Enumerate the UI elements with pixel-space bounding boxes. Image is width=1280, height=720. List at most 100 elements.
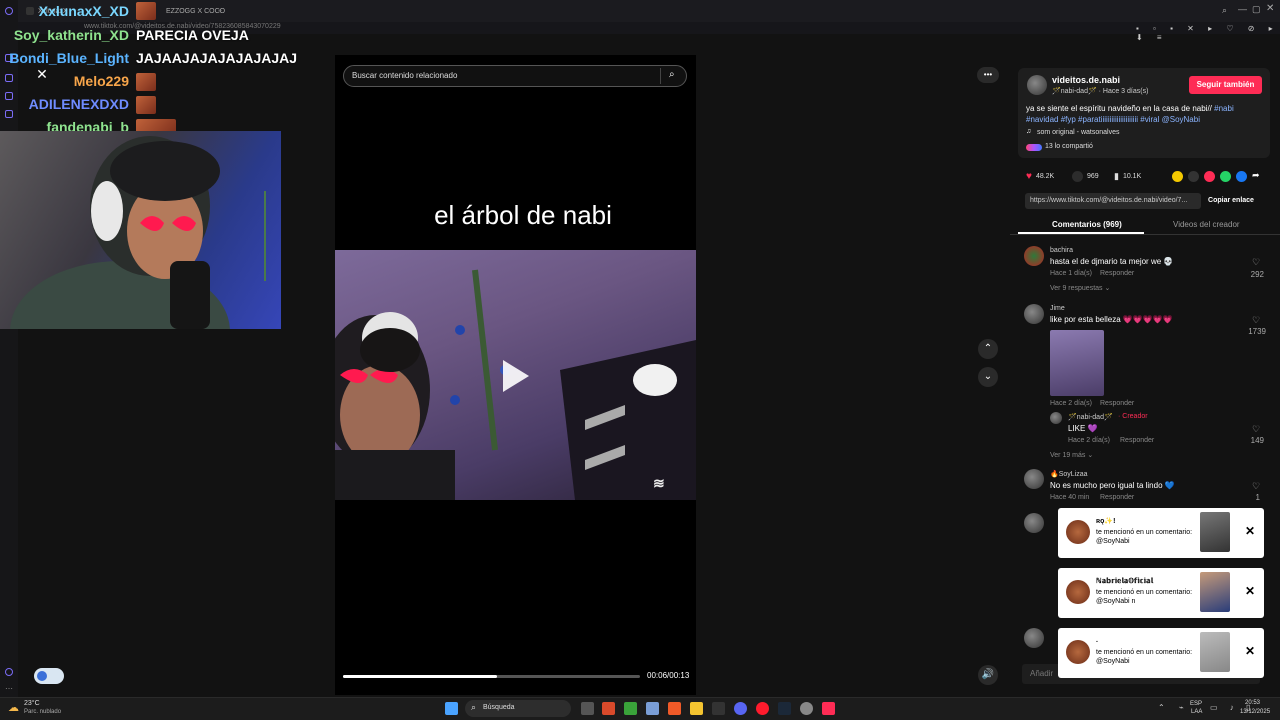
maximize-icon[interactable]: ▢ <box>1252 4 1261 15</box>
extensions-toolbar[interactable]: ▪ ▫ ▪ ✕ ▸ ♡ ⊘ ▸ ⬇ ≡ <box>1136 24 1280 42</box>
close-icon[interactable]: ✕ <box>32 66 52 84</box>
overlay-widget[interactable] <box>34 668 64 684</box>
commenter-avatar[interactable] <box>1024 628 1044 648</box>
view-replies[interactable]: Ver 9 respuestas ⌄ <box>1050 284 1110 292</box>
comment-image[interactable] <box>1050 330 1104 396</box>
heart-outline-icon[interactable]: ♡ <box>1252 424 1260 435</box>
steam-icon[interactable] <box>778 702 791 715</box>
creator-avatar[interactable] <box>1050 412 1062 424</box>
save-count: 10.1K <box>1122 173 1142 180</box>
more-options-button[interactable]: ••• <box>977 67 999 83</box>
close-icon[interactable]: ✕ <box>1245 524 1255 538</box>
capcut-icon[interactable] <box>712 702 725 715</box>
weather-icon[interactable]: ☁ <box>8 701 19 714</box>
notification-text: te mencionó en un comentario: @SoyNabi <box>1096 529 1193 545</box>
author-name[interactable]: videitos.de.nabi <box>1052 75 1120 85</box>
reply-username[interactable]: 🪄nabi-dad🪄 <box>1068 413 1113 421</box>
notification-thumbnail <box>1200 572 1230 612</box>
discord-icon[interactable] <box>734 702 747 715</box>
post-caption: ya se siente el espíritu navideño en la … <box>1026 103 1266 125</box>
reply-button[interactable]: Responder <box>1100 270 1134 277</box>
reply-button[interactable]: Responder <box>1120 437 1154 444</box>
sound-name[interactable]: som original - watsonalves <box>1037 129 1119 136</box>
more-icon[interactable]: ⋯ <box>5 684 13 693</box>
webcam-feed <box>0 131 281 329</box>
chat-names: XxlunaxX_XD Soy_katherin_XD Bondi_Blue_L… <box>0 0 129 140</box>
taskbar-app-icon[interactable] <box>602 702 615 715</box>
taskbar-search[interactable]: ⌕ Búsqueda <box>465 700 571 717</box>
minecraft-icon[interactable] <box>624 702 637 715</box>
vscode-icon[interactable] <box>646 702 659 715</box>
heart-outline-icon[interactable]: ♡ <box>1252 257 1260 268</box>
facebook-icon[interactable] <box>1236 171 1247 182</box>
new-tab-button[interactable]: + <box>212 3 228 19</box>
language-layout[interactable]: LAA <box>1191 709 1202 715</box>
share-icon[interactable]: ➦ <box>1252 170 1260 181</box>
commenter-avatar[interactable] <box>1024 513 1044 533</box>
brave-icon[interactable] <box>668 702 681 715</box>
comment-username[interactable]: bachira <box>1050 247 1073 254</box>
copy-link-button[interactable]: Copiar enlace <box>1203 193 1259 209</box>
chat-emote <box>136 2 156 20</box>
close-icon[interactable]: ✕ <box>1245 644 1255 658</box>
search-icon[interactable]: ⌕ <box>1222 5 1227 16</box>
streamer-figure <box>10 136 266 329</box>
tab-creator-videos[interactable]: Videos del creador <box>1173 220 1240 229</box>
comment-time: Hace 40 min <box>1050 494 1090 501</box>
chat-username: Bondi_Blue_Light <box>9 50 129 66</box>
video-frame[interactable]: ≋ <box>335 250 696 500</box>
video-link-field[interactable]: https://www.tiktok.com/@videitos.de.nabi… <box>1025 193 1201 209</box>
close-window-icon[interactable]: ✕ <box>1266 3 1274 14</box>
caption-text: ya se siente el espíritu navideño en la … <box>1026 104 1212 113</box>
like-stat[interactable]: ♥ 48.2K <box>1026 171 1054 182</box>
reply-button[interactable]: Responder <box>1100 494 1134 501</box>
comment-time: Hace 2 día(s) <box>1050 400 1093 407</box>
save-stat[interactable]: ▮ 10.1K <box>1114 171 1141 182</box>
mention-notification[interactable]: ʀǫ✨! te mencionó en un comentario: @SoyN… <box>1058 508 1264 558</box>
tab-comments[interactable]: Comentarios (969) <box>1052 220 1122 229</box>
language-code[interactable]: ESP <box>1190 701 1202 707</box>
like-count: 48.2K <box>1035 173 1055 180</box>
comment-time: Hace 1 día(s) <box>1050 270 1093 277</box>
comment-stat[interactable]: 969 <box>1072 171 1099 182</box>
commenter-avatar[interactable] <box>1024 469 1044 489</box>
whatsapp-icon[interactable] <box>1220 171 1231 182</box>
heart-outline-icon[interactable]: ♡ <box>1252 481 1260 492</box>
close-icon[interactable]: ✕ <box>1245 584 1255 598</box>
send-icon[interactable] <box>1204 171 1215 182</box>
obs-icon[interactable] <box>800 702 813 715</box>
heart-outline-icon[interactable]: ♡ <box>1252 315 1260 326</box>
system-tray-icons[interactable]: ⌃ ⌁ <box>1158 703 1190 712</box>
opera-gx-icon[interactable] <box>756 702 769 715</box>
clock-date[interactable]: 13/12/2025 <box>1240 709 1270 715</box>
task-view-icon[interactable] <box>581 702 594 715</box>
notification-title: ℕ𝕒𝕓𝕣𝕚𝕖𝕝𝕒𝕆𝕗𝕚𝕔𝕚𝕒𝕝 <box>1096 578 1154 585</box>
reply-button[interactable]: Responder <box>1100 400 1134 407</box>
follow-button[interactable]: Seguir también <box>1189 76 1262 94</box>
mention-notification[interactable]: ℕ𝕒𝕓𝕣𝕚𝕖𝕝𝕒𝕆𝕗𝕚𝕔𝕚𝕒𝕝 te mencionó en un coment… <box>1058 568 1264 618</box>
search-icon[interactable]: ⌕ <box>669 69 675 80</box>
tiktok-icon[interactable] <box>822 702 835 715</box>
clock-time[interactable]: 20:53 <box>1245 700 1260 706</box>
author-avatar[interactable] <box>1027 75 1047 95</box>
sidebar-settings-icon[interactable] <box>5 668 13 676</box>
minimize-icon[interactable]: — <box>1238 4 1247 14</box>
windows-start-icon[interactable] <box>445 702 458 715</box>
comment-username[interactable]: Jime <box>1050 305 1065 312</box>
view-more-replies[interactable]: Ver 19 más ⌄ <box>1050 451 1093 459</box>
notification-avatar <box>1066 580 1090 604</box>
previous-video-button[interactable]: ⌃ <box>978 339 998 359</box>
comment-username[interactable]: 🔥SoyLizaa <box>1050 470 1088 478</box>
commenter-avatar[interactable] <box>1024 246 1044 266</box>
embed-icon[interactable] <box>1188 171 1199 182</box>
volume-icon[interactable]: 🔊 <box>978 665 998 685</box>
next-video-button[interactable]: ⌄ <box>978 367 998 387</box>
commenter-avatar[interactable] <box>1024 304 1044 324</box>
shared-count: 13 lo compartió <box>1045 143 1093 150</box>
mention-notification[interactable]: . te mencionó en un comentario: @SoyNabi… <box>1058 628 1264 678</box>
chat-username: XxlunaxX_XD <box>38 3 129 19</box>
repost-icon[interactable] <box>1172 171 1183 182</box>
play-icon[interactable] <box>503 360 529 392</box>
file-explorer-icon[interactable] <box>690 702 703 715</box>
related-search-input[interactable]: Buscar contenido relacionado ⌕ <box>343 65 687 87</box>
